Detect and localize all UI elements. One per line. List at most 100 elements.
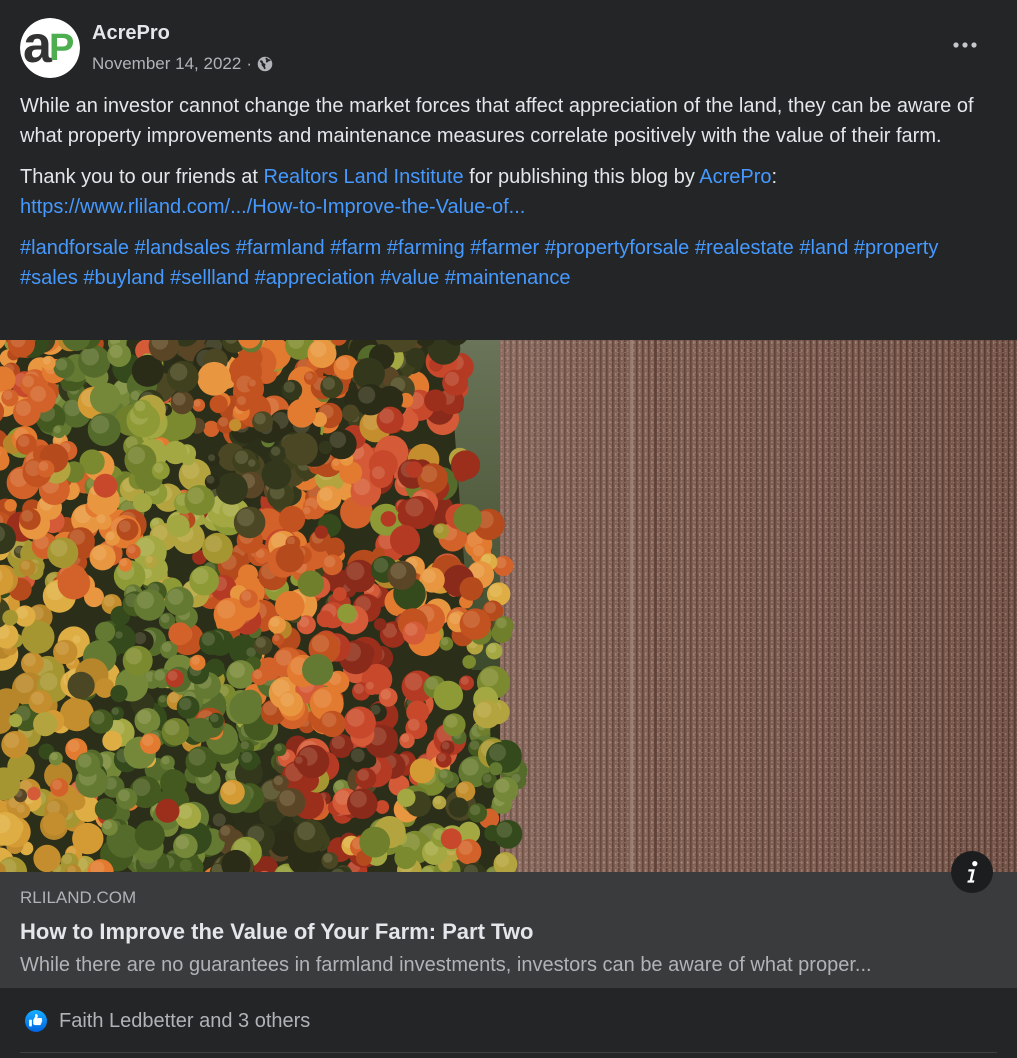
tree-canopy-highlight bbox=[255, 637, 266, 648]
hashtag-link[interactable]: #sellland bbox=[170, 267, 249, 289]
reaction-summary-text[interactable]: Faith Ledbetter and 3 others bbox=[59, 1007, 310, 1035]
tree-canopy-highlight bbox=[445, 715, 458, 728]
tree-canopy-highlight bbox=[191, 656, 200, 665]
tree-canopy bbox=[94, 798, 117, 821]
post-card: a P AcrePro November 14, 2022 · While an… bbox=[0, 0, 1017, 1058]
tree-canopy-highlight bbox=[103, 595, 115, 607]
tree-canopy-highlight bbox=[440, 637, 449, 646]
tree-canopy bbox=[489, 762, 503, 776]
tree-canopy bbox=[179, 859, 192, 872]
info-icon[interactable] bbox=[951, 851, 993, 893]
thanks-suffix: : bbox=[771, 166, 778, 188]
post-date[interactable]: November 14, 2022 bbox=[92, 54, 241, 74]
tree-canopy-highlight bbox=[357, 769, 370, 781]
tree-canopy-highlight bbox=[241, 590, 252, 601]
tree-canopy bbox=[373, 618, 387, 631]
link-preview-card[interactable]: RLILAND.COM How to Improve the Value of … bbox=[0, 340, 1017, 988]
tree-canopy-highlight bbox=[283, 381, 295, 393]
tree-canopy-highlight bbox=[323, 853, 333, 863]
tree-canopy-highlight bbox=[407, 718, 420, 731]
tree-canopy bbox=[209, 395, 228, 414]
hashtag-link[interactable]: #realestate bbox=[695, 237, 794, 259]
link-preview-info[interactable]: RLILAND.COM How to Improve the Value of … bbox=[0, 872, 1017, 988]
link-preview-title[interactable]: How to Improve the Value of Your Farm: P… bbox=[20, 917, 533, 947]
tree-canopy bbox=[397, 788, 416, 807]
tree-canopy-highlight bbox=[46, 800, 61, 814]
tree-canopy bbox=[160, 769, 187, 797]
tree-canopy-highlight bbox=[16, 804, 25, 813]
tree-canopy bbox=[287, 398, 317, 428]
tree-canopy bbox=[314, 525, 328, 539]
hashtag-link[interactable]: #sales bbox=[20, 267, 78, 289]
more-options-button[interactable] bbox=[945, 25, 985, 65]
tree-canopy bbox=[102, 730, 123, 751]
tree-canopy-highlight bbox=[480, 668, 499, 687]
tree-canopy-highlight bbox=[421, 569, 436, 584]
tree-canopy bbox=[95, 621, 116, 642]
tree-canopy-highlight bbox=[50, 752, 58, 761]
thanks-middle: for publishing this blog by bbox=[463, 166, 700, 188]
link-article-url[interactable]: https://www.rliland.com/.../How-to-Impro… bbox=[20, 196, 525, 218]
tree-canopy bbox=[166, 514, 190, 538]
tree-canopy-highlight bbox=[118, 789, 130, 802]
tree-canopy-highlight bbox=[96, 514, 106, 524]
tree-canopy-highlight bbox=[175, 835, 190, 850]
field-shading bbox=[500, 340, 1017, 872]
tree-canopy-highlight bbox=[39, 672, 58, 691]
hashtag-link[interactable]: #landforsale bbox=[20, 237, 129, 259]
link-acrepro-mention[interactable]: AcrePro bbox=[699, 166, 771, 188]
hashtag-link[interactable]: #value bbox=[380, 267, 439, 289]
hashtag-link[interactable]: #maintenance bbox=[445, 267, 571, 289]
tree-canopy bbox=[275, 543, 305, 573]
tree-canopy-highlight bbox=[220, 825, 231, 836]
tree-canopy-highlight bbox=[154, 669, 166, 681]
tree-canopy-highlight bbox=[404, 673, 423, 691]
tree-canopy bbox=[33, 844, 61, 872]
tree-canopy-highlight bbox=[273, 634, 280, 642]
tree-canopy-highlight bbox=[271, 446, 281, 456]
author-name[interactable]: AcrePro bbox=[92, 21, 170, 45]
link-realtors-land-institute[interactable]: Realtors Land Institute bbox=[263, 166, 463, 188]
tree-canopy-highlight bbox=[366, 681, 374, 690]
hashtag-link[interactable]: #farmland bbox=[236, 237, 325, 259]
tree-canopy-highlight bbox=[248, 459, 256, 467]
tree-canopy-highlight bbox=[222, 781, 237, 796]
hashtag-link[interactable]: #appreciation bbox=[255, 267, 375, 289]
meta-separator: · bbox=[246, 54, 252, 73]
divider bbox=[20, 1052, 997, 1053]
tree-canopy-highlight bbox=[439, 770, 448, 779]
tree-canopy-highlight bbox=[91, 711, 105, 725]
author-avatar[interactable]: a P bbox=[20, 18, 80, 78]
tree-canopy bbox=[67, 671, 95, 699]
hashtag-link[interactable]: #farm bbox=[330, 237, 381, 259]
hashtag-link[interactable]: #landsales bbox=[135, 237, 231, 259]
tree-canopy-highlight bbox=[313, 689, 332, 708]
tree-canopy-highlight bbox=[310, 341, 327, 358]
tree-canopy bbox=[4, 499, 17, 512]
hashtag-link[interactable]: #land bbox=[799, 237, 848, 259]
tree-canopy-highlight bbox=[329, 431, 347, 448]
tree-canopy-highlight bbox=[23, 653, 36, 667]
globe-icon bbox=[257, 56, 273, 72]
hashtag-link[interactable]: #farmer bbox=[470, 237, 539, 259]
tree-canopy bbox=[409, 758, 435, 784]
tree-canopy-highlight bbox=[346, 708, 365, 727]
tree-canopy-highlight bbox=[441, 741, 450, 750]
tree-canopy bbox=[359, 826, 391, 858]
hashtag-link[interactable]: #property bbox=[854, 237, 939, 259]
post-thanks-paragraph: Thank you to our friends at Realtors Lan… bbox=[20, 162, 997, 222]
tree-canopy-highlight bbox=[16, 606, 29, 619]
tree-canopy bbox=[284, 432, 318, 466]
hashtag-link[interactable]: #propertyforsale bbox=[545, 237, 690, 259]
link-preview-image[interactable] bbox=[0, 340, 1017, 872]
reaction-summary[interactable]: Faith Ledbetter and 3 others bbox=[25, 1007, 310, 1035]
hashtag-link[interactable]: #farming bbox=[387, 237, 465, 259]
tree-canopy-highlight bbox=[216, 600, 236, 619]
tree-canopy bbox=[297, 570, 324, 597]
tree-canopy bbox=[238, 564, 258, 585]
tree-canopy-highlight bbox=[167, 588, 184, 605]
tree-canopy-highlight bbox=[274, 744, 282, 752]
tree-canopy-highlight bbox=[161, 756, 170, 765]
hashtag-link[interactable]: #buyland bbox=[83, 267, 164, 289]
tree-canopy-highlight bbox=[237, 508, 255, 527]
